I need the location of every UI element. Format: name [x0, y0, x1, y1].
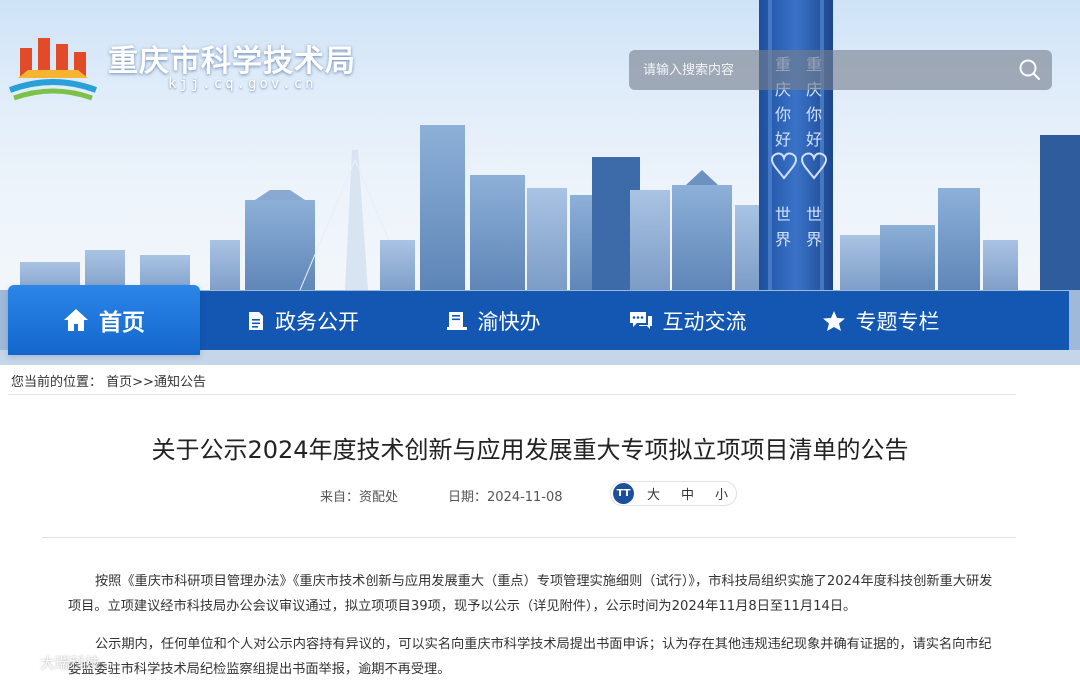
svg-text:你: 你 — [775, 105, 791, 124]
nav-item-home[interactable]: 首页 — [8, 285, 200, 355]
watermark: 大瑞科技 — [6, 652, 100, 673]
document-icon — [247, 311, 265, 331]
nav-item-yukuaiban[interactable]: 渝快办 — [438, 291, 548, 350]
font-size-large[interactable]: 大 — [647, 484, 660, 503]
watermark-logo-icon — [7, 655, 33, 670]
font-size-switcher: TT 大 中 小 — [610, 481, 737, 506]
breadcrumb-path[interactable]: 首页>>通知公告 — [106, 375, 206, 390]
site-domain: kjj.cq.gov.cn — [168, 76, 317, 92]
svg-text:你: 你 — [806, 105, 822, 124]
nav-label-gov-affairs: 政务公开 — [275, 309, 359, 334]
search-icon — [1019, 59, 1041, 81]
article-date: 日期：2024-11-08 — [448, 490, 563, 505]
nav-label-special-topics: 专题专栏 — [855, 309, 940, 334]
article-title: 关于公示2024年度技术创新与应用发展重大专项拟立项项目清单的公告 — [151, 436, 909, 464]
watermark-text: 大瑞科技 — [40, 654, 101, 672]
svg-text:世: 世 — [806, 205, 822, 224]
svg-text:界: 界 — [806, 230, 822, 249]
svg-text:好: 好 — [806, 130, 822, 149]
article-source: 来自：资配处 — [320, 490, 399, 505]
font-size-medium[interactable]: 中 — [681, 484, 694, 503]
search-input[interactable] — [629, 50, 1008, 90]
nav-item-gov-affairs[interactable]: 政务公开 — [238, 291, 368, 350]
home-icon — [63, 308, 89, 332]
site-title: 重庆市科学技术局 — [108, 44, 356, 79]
nav-item-interaction[interactable]: 互动交流 — [620, 291, 755, 350]
header-banner: 重 重 庆 庆 你 你 好 好 世 世 界 界 重庆市科学技术局 kjj.cq.… — [0, 0, 1080, 365]
font-size-icon: TT — [613, 483, 634, 504]
nav-item-special-topics[interactable]: 专题专栏 — [813, 291, 948, 350]
svg-text:界: 界 — [775, 230, 791, 249]
main-nav: 首页 政务公开 渝快办 互动交流 专题专栏 — [8, 285, 1069, 355]
breadcrumb-prefix: 您当前的位置： — [11, 375, 103, 390]
search-bar — [629, 50, 1052, 90]
paragraph-2-text: 公示期内，任何单位和个人对公示内容持有异议的，可以实名向重庆市科学技术局提出书面… — [68, 637, 992, 677]
nav-label-yukuaiban: 渝快办 — [477, 309, 541, 334]
svg-text:世: 世 — [775, 205, 791, 224]
breadcrumb-divider — [8, 394, 1016, 395]
chat-icon — [629, 311, 653, 331]
paragraph-1-text: 按照《重庆市科研项目管理办法》《重庆市技术创新与应用发展重大（重点）专项管理实施… — [68, 574, 993, 614]
article-paragraph: 按照《重庆市科研项目管理办法》《重庆市技术创新与应用发展重大（重点）专项管理实施… — [68, 569, 993, 619]
star-icon — [822, 310, 846, 332]
article-paragraph: 公示期内，任何单位和个人对公示内容持有异议的，可以实名向重庆市科学技术局提出书面… — [68, 632, 993, 682]
font-size-small[interactable]: 小 — [715, 484, 728, 503]
book-icon — [446, 311, 468, 331]
svg-text:好: 好 — [775, 130, 791, 149]
search-button[interactable] — [1008, 50, 1052, 90]
breadcrumb: 您当前的位置： 首页>>通知公告 — [11, 371, 206, 390]
nav-label-home: 首页 — [99, 310, 145, 336]
article-divider — [42, 537, 1016, 538]
site-logo — [8, 38, 98, 101]
nav-label-interaction: 互动交流 — [662, 309, 747, 334]
